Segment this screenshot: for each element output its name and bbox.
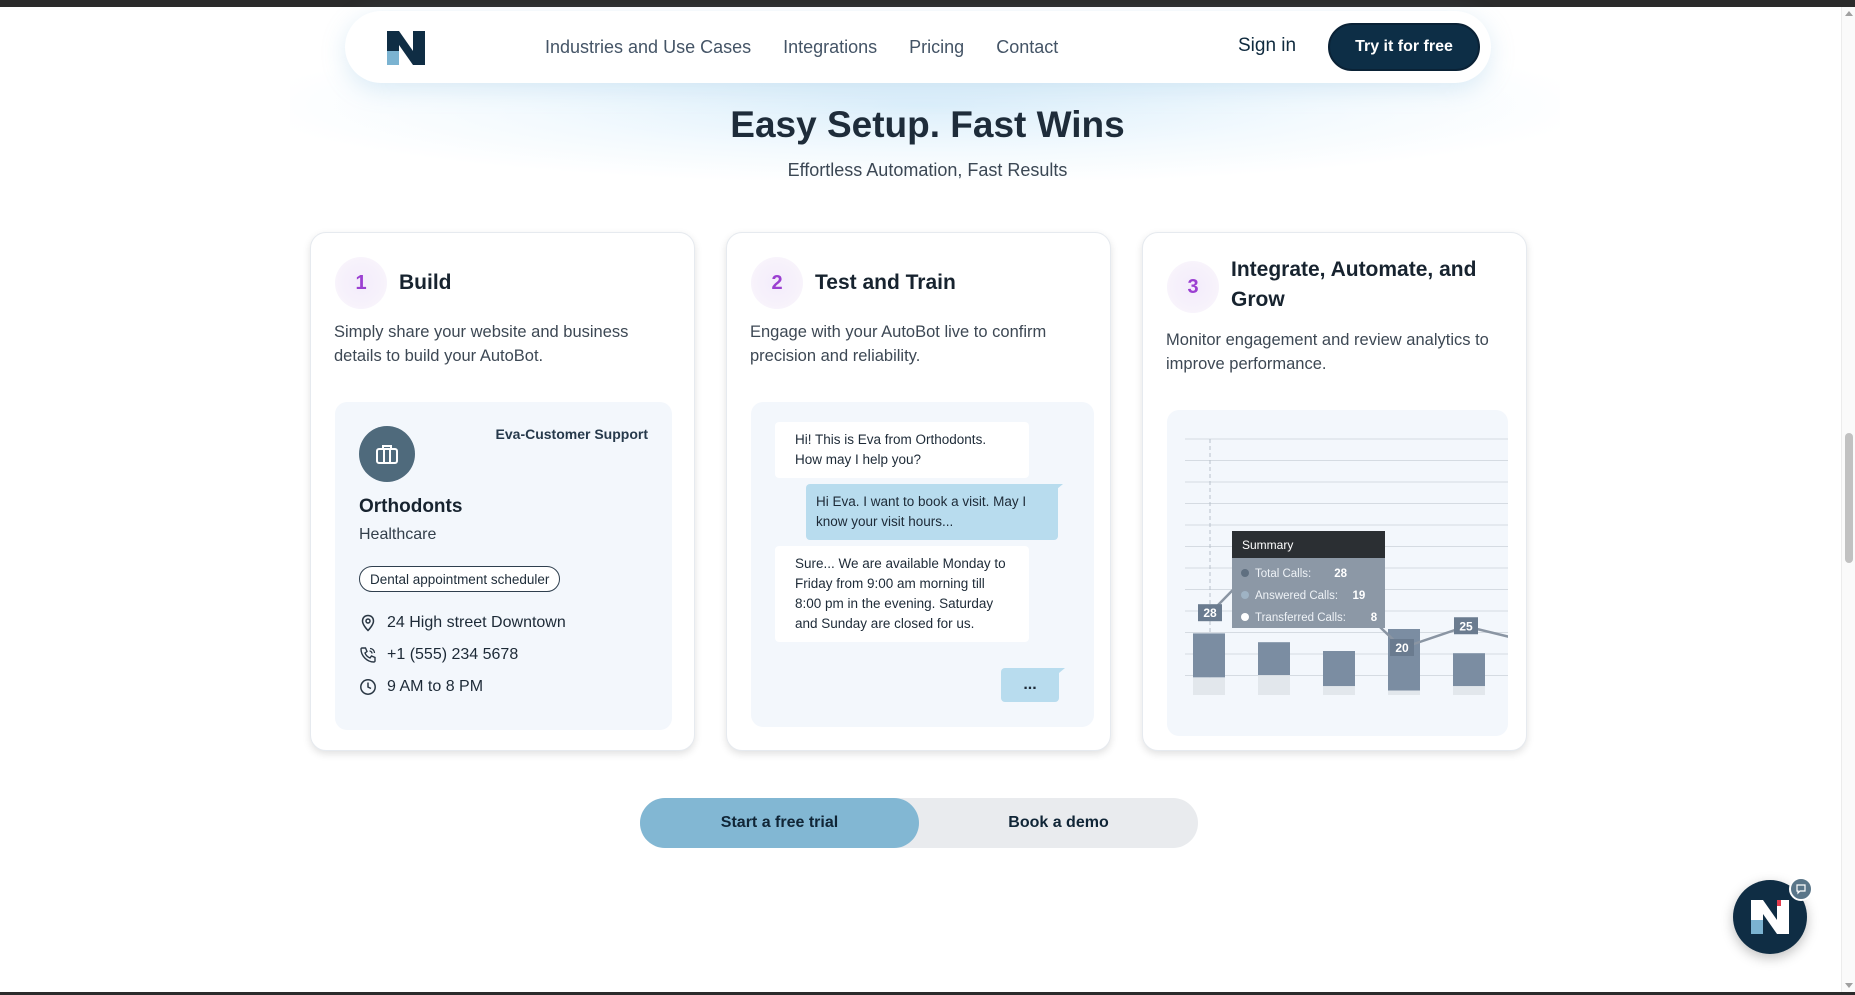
step-description: Monitor engagement and review analytics … xyxy=(1166,331,1489,373)
sign-in-link[interactable]: Sign in xyxy=(1238,35,1296,57)
bar-segment xyxy=(1193,677,1225,695)
phone-text: +1 (555) 234 5678 xyxy=(387,646,519,663)
scrollbar-thumb[interactable] xyxy=(1845,433,1853,563)
step-number-badge: 2 xyxy=(751,257,803,309)
phone-icon xyxy=(360,647,376,663)
agent-name: Eva-Customer Support xyxy=(495,426,648,442)
chat-message-user: Hi Eva. I want to book a visit. May I kn… xyxy=(806,484,1058,540)
section-subtitle: Effortless Automation, Fast Results xyxy=(787,160,1068,180)
step-number-badge: 1 xyxy=(335,257,387,309)
hours-row: 9 AM to 8 PM xyxy=(359,678,483,696)
bar-segment xyxy=(1258,675,1290,695)
chat-message-bot: Hi! This is Eva from Orthodonts. How may… xyxy=(775,422,1029,478)
bubble-tail xyxy=(1051,484,1063,494)
org-name: Orthodonts xyxy=(359,496,463,517)
step-title: Integrate, Automate, and Grow xyxy=(1231,255,1476,315)
start-free-trial-button[interactable]: Start a free trial xyxy=(640,798,919,848)
hours-text: 9 AM to 8 PM xyxy=(387,678,484,695)
tooltip-row-label: Total Calls: xyxy=(1255,568,1311,580)
nav-link-contact[interactable]: Contact xyxy=(996,37,1058,58)
chat-logo-icon xyxy=(1751,900,1789,934)
bubble-tail xyxy=(1053,668,1065,678)
cta-group: Start a free trial Book a demo xyxy=(640,798,1198,848)
nav-link-pricing[interactable]: Pricing xyxy=(909,37,964,58)
step-title-line: Grow xyxy=(1231,288,1285,311)
step-card-build: 1 Build Simply share your website and bu… xyxy=(310,232,695,751)
step-title: Build xyxy=(399,271,452,294)
bar xyxy=(1258,642,1290,676)
page: Industries and Use Cases Integrations Pr… xyxy=(0,0,1855,995)
step-title: Test and Train xyxy=(815,271,956,294)
bar xyxy=(1323,651,1355,687)
browser-top-edge xyxy=(0,0,1855,7)
step-description: Simply share your website and business d… xyxy=(334,323,629,365)
step-title-line: Integrate, Automate, and xyxy=(1231,258,1477,281)
address-row: 24 High street Downtown xyxy=(359,614,566,632)
chat-message-bot: Sure... We are available Monday to Frida… xyxy=(775,546,1029,642)
address-text: 24 High street Downtown xyxy=(387,614,566,631)
bar xyxy=(1453,653,1485,687)
tooltip-legend-dot xyxy=(1241,613,1249,621)
briefcase-icon xyxy=(376,445,398,464)
brand-logo[interactable] xyxy=(387,31,425,65)
top-navigation: Industries and Use Cases Integrations Pr… xyxy=(345,11,1491,83)
tooltip-row-value: 19 xyxy=(1353,590,1366,602)
tooltip-legend-dot xyxy=(1241,569,1249,577)
briefcase-avatar xyxy=(359,426,415,482)
tooltip-legend-dot xyxy=(1241,591,1249,599)
section-title: Easy Setup. Fast Wins xyxy=(730,104,1125,145)
try-free-button[interactable]: Try it for free xyxy=(1328,23,1480,71)
analytics-chart-panel: 2843342025SummaryTotal Calls:28Answered … xyxy=(1167,410,1508,736)
nav-link-industries[interactable]: Industries and Use Cases xyxy=(545,37,751,58)
clock-icon xyxy=(360,679,376,695)
chat-bubble-icon xyxy=(1789,877,1813,901)
step-description: Engage with your AutoBot live to confirm… xyxy=(750,323,1047,365)
scroll-up-arrow-icon[interactable] xyxy=(1845,11,1853,16)
chat-preview-panel: Hi! This is Eva from Orthodonts. How may… xyxy=(751,402,1094,727)
step-card-test-train: 2 Test and Train Engage with your AutoBo… xyxy=(726,232,1111,751)
bar-segment xyxy=(1323,686,1355,695)
org-type: Healthcare xyxy=(359,526,437,543)
tooltip-row-value: 8 xyxy=(1371,612,1378,624)
business-profile-panel: Eva-Customer Support Orthodonts Healthca… xyxy=(335,402,672,730)
phone-row: +1 (555) 234 5678 xyxy=(359,646,518,664)
typing-indicator: ... xyxy=(1001,668,1059,702)
step-card-integrate: 3 Integrate, Automate, and Grow Monitor … xyxy=(1142,232,1527,751)
data-label: 25 xyxy=(1459,619,1473,633)
bar-segment xyxy=(1453,686,1485,695)
step-number-badge: 3 xyxy=(1167,261,1219,313)
service-tag: Dental appointment scheduler xyxy=(359,566,561,592)
data-label: 28 xyxy=(1203,606,1217,620)
book-demo-button[interactable]: Book a demo xyxy=(919,798,1198,848)
tooltip-title: Summary xyxy=(1242,538,1293,552)
nav-link-integrations[interactable]: Integrations xyxy=(783,37,877,58)
data-label: 20 xyxy=(1395,641,1409,655)
location-pin-icon xyxy=(361,614,375,632)
nav-links: Industries and Use Cases Integrations Pr… xyxy=(545,11,1058,83)
bar xyxy=(1193,633,1225,678)
tooltip-row-label: Answered Calls: xyxy=(1255,590,1338,602)
analytics-chart: 2843342025SummaryTotal Calls:28Answered … xyxy=(1185,438,1508,695)
scroll-down-arrow-icon[interactable] xyxy=(1845,983,1853,988)
page-scrollbar[interactable] xyxy=(1841,7,1855,992)
tooltip-row-value: 28 xyxy=(1334,568,1347,580)
bar-segment xyxy=(1388,690,1420,695)
tooltip-row-label: Transferred Calls: xyxy=(1255,612,1346,624)
